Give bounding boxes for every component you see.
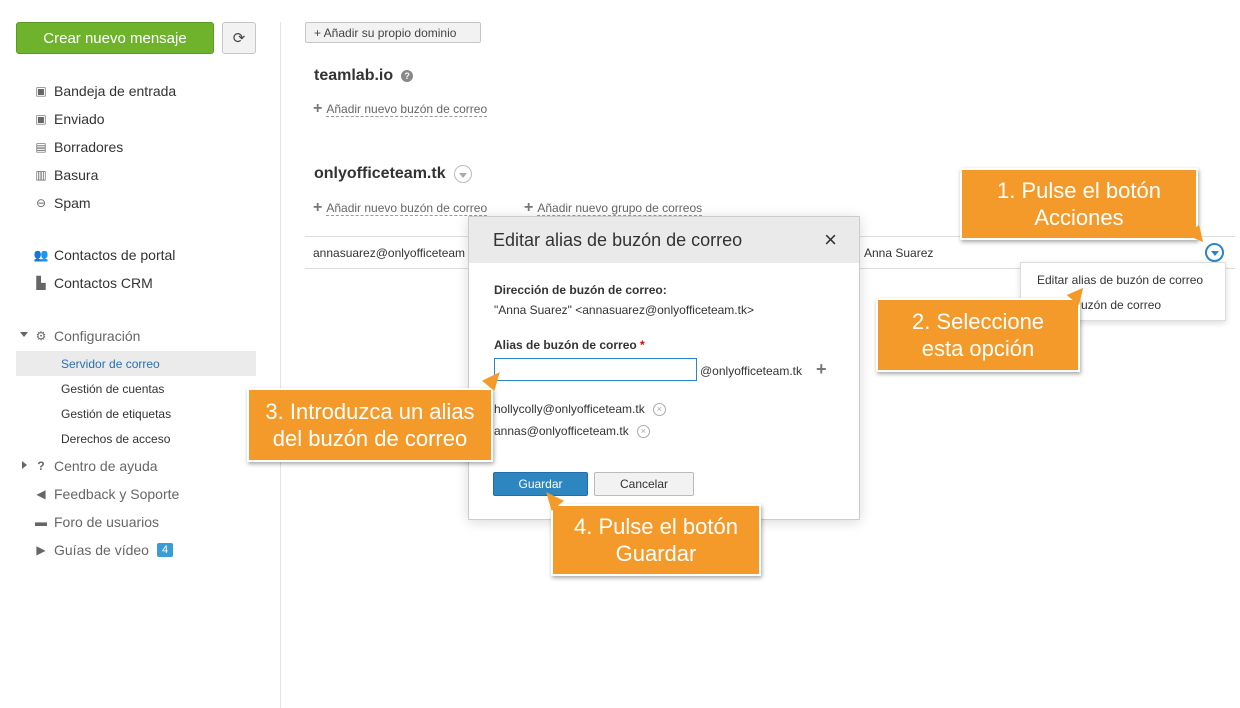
sidebar-subitem-tags[interactable]: Gestión de etiquetas — [16, 401, 256, 426]
domain-name: teamlab.io — [314, 67, 394, 84]
video-count-badge: 4 — [156, 543, 174, 557]
callout-step-1: 1. Pulse el botón Acciones — [960, 168, 1198, 240]
inbox-icon: ▣ — [35, 84, 47, 98]
address-label: Dirección de buzón de correo: — [494, 283, 667, 297]
sidebar-item-label: Contactos de portal — [54, 247, 176, 263]
sidebar-item-label: Guías de vídeo — [54, 542, 149, 558]
spam-icon: ⊖ — [35, 196, 47, 210]
domain-name: onlyofficeteam.tk — [314, 165, 446, 182]
callout-step-3: 3. Introduzca un alias del buzón de corr… — [247, 388, 493, 462]
refresh-button[interactable]: ⟳ — [222, 22, 256, 54]
domain-title-teamlab: teamlab.io ? — [314, 67, 414, 85]
plus-icon: + — [313, 100, 323, 117]
list-item: annas@onlyofficeteam.tk × — [494, 424, 650, 438]
sidebar-subitem-label: Gestión de etiquetas — [61, 406, 172, 421]
sidebar-item-label: Bandeja de entrada — [54, 83, 177, 99]
sidebar-subitem-accounts[interactable]: Gestión de cuentas — [16, 376, 256, 401]
dialog-header: Editar alias de buzón de correo × — [469, 217, 859, 263]
add-group-link[interactable]: + Añadir nuevo grupo de correos — [524, 199, 703, 216]
callout-step-4: 4. Pulse el botón Guardar — [551, 504, 761, 576]
menu-item-edit-alias[interactable]: Editar alias de buzón de correo — [1037, 273, 1203, 287]
sidebar-item-label: Borradores — [54, 139, 124, 155]
list-item: hollycolly@onlyofficeteam.tk × — [494, 402, 666, 416]
alias-label-text: Alias de buzón de correo — [494, 338, 637, 352]
megaphone-icon: ◀ — [36, 487, 46, 501]
sidebar-item-help[interactable]: ? Centro de ayuda — [34, 454, 158, 478]
save-button[interactable]: Guardar — [493, 472, 588, 496]
edit-alias-dialog: Editar alias de buzón de correo × Direcc… — [468, 216, 860, 520]
drafts-icon: ▤ — [35, 140, 47, 154]
sidebar-item-label: Centro de ayuda — [54, 458, 158, 474]
chat-bubble-icon: ▬ — [35, 515, 47, 529]
sidebar-item-crm-contacts[interactable]: ▙ Contactos CRM — [34, 271, 153, 295]
mailbox-owner: Anna Suarez — [864, 246, 934, 260]
sidebar-item-settings[interactable]: ⚙ Configuración — [34, 324, 141, 348]
chevron-down-icon[interactable] — [20, 332, 28, 337]
sidebar-item-label: Enviado — [54, 111, 105, 127]
cancel-button[interactable]: Cancelar — [594, 472, 694, 496]
sidebar-item-inbox[interactable]: ▣ Bandeja de entrada — [34, 79, 176, 103]
sidebar-item-label: Configuración — [54, 328, 141, 344]
alias-value: annas@onlyofficeteam.tk — [494, 424, 629, 438]
sidebar-item-feedback[interactable]: ◀ Feedback y Soporte — [34, 482, 179, 506]
address-value: "Anna Suarez" <annasuarez@onlyofficeteam… — [494, 303, 754, 317]
sidebar-item-label: Spam — [54, 195, 91, 211]
plus-icon: + — [524, 199, 534, 216]
actions-button[interactable] — [1205, 243, 1224, 262]
callout-step-2: 2. Seleccione esta opción — [876, 298, 1080, 372]
close-icon[interactable]: × — [824, 229, 837, 251]
chevron-right-icon[interactable] — [22, 461, 27, 469]
link-label: Añadir nuevo grupo de correos — [537, 200, 703, 216]
sidebar-subitem-label: Derechos de acceso — [61, 431, 171, 446]
sidebar-divider — [280, 22, 281, 708]
sidebar-subitem-label: Servidor de correo — [61, 356, 160, 371]
alias-domain-suffix: @onlyofficeteam.tk — [700, 364, 803, 378]
sidebar-subitem-access-rights[interactable]: Derechos de acceso — [16, 426, 256, 451]
help-icon[interactable]: ? — [401, 70, 414, 82]
sidebar-item-forum[interactable]: ▬ Foro de usuarios — [34, 510, 159, 534]
sidebar-item-label: Feedback y Soporte — [54, 486, 180, 502]
sidebar-item-label: Contactos CRM — [54, 275, 153, 291]
link-label: Añadir nuevo buzón de correo — [326, 101, 488, 117]
refresh-icon: ⟳ — [232, 30, 246, 47]
alias-value: hollycolly@onlyofficeteam.tk — [494, 402, 645, 416]
trash-icon: ▥ — [35, 168, 47, 182]
sidebar-item-label: Foro de usuarios — [54, 514, 160, 530]
video-icon: ▶ — [36, 543, 46, 557]
sidebar-item-videos[interactable]: ▶ Guías de vídeo 4 — [34, 538, 174, 562]
add-mailbox-link-teamlab[interactable]: + Añadir nuevo buzón de correo — [313, 100, 488, 117]
create-new-message-button[interactable]: Crear nuevo mensaje — [16, 22, 214, 54]
sidebar-item-drafts[interactable]: ▤ Borradores — [34, 135, 123, 159]
sent-icon: ▣ — [35, 112, 47, 126]
gear-icon: ⚙ — [35, 329, 47, 343]
required-mark: * — [640, 338, 645, 352]
sidebar-item-spam[interactable]: ⊖ Spam — [34, 191, 91, 215]
plus-icon: + — [313, 199, 323, 216]
menu-item-mailbox[interactable]: uzón de correo — [1081, 298, 1161, 312]
crm-contacts-icon: ▙ — [36, 276, 46, 290]
portal-contacts-icon: 👥 — [33, 248, 49, 262]
sidebar-item-label: Basura — [54, 167, 99, 183]
remove-icon[interactable]: × — [652, 402, 666, 416]
mailbox-email: annasuarez@onlyofficeteam — [313, 246, 466, 260]
link-label: Añadir nuevo buzón de correo — [326, 200, 488, 216]
sidebar-item-trash[interactable]: ▥ Basura — [34, 163, 98, 187]
chevron-down-icon[interactable] — [453, 165, 472, 183]
add-domain-button[interactable]: + Añadir su propio dominio — [305, 22, 481, 43]
sidebar-item-sent[interactable]: ▣ Enviado — [34, 107, 105, 131]
sidebar-item-portal-contacts[interactable]: 👥 Contactos de portal — [33, 243, 176, 267]
question-icon: ? — [37, 459, 45, 473]
remove-icon[interactable]: × — [636, 424, 650, 438]
sidebar-subitem-label: Gestión de cuentas — [61, 381, 165, 396]
dialog-title: Editar alias de buzón de correo — [493, 229, 743, 250]
add-mailbox-link-onlyofficeteam[interactable]: + Añadir nuevo buzón de correo — [313, 199, 488, 216]
add-alias-icon[interactable]: + — [816, 359, 827, 380]
domain-title-onlyofficeteam: onlyofficeteam.tk — [314, 165, 472, 183]
alias-input[interactable] — [494, 358, 697, 381]
sidebar-subitem-mail-server[interactable]: Servidor de correo — [16, 351, 256, 376]
alias-label: Alias de buzón de correo * — [494, 338, 645, 352]
